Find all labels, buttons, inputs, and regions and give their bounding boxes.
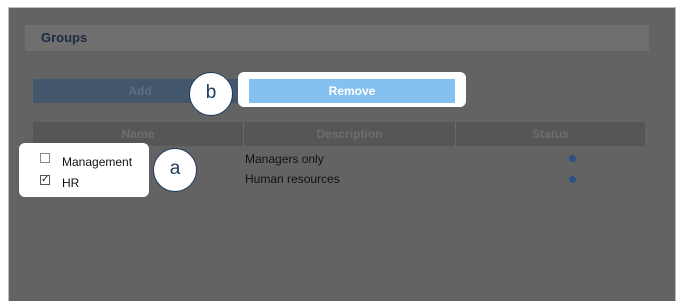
row-name-hr: HR [62,176,80,190]
selection-highlight [19,143,149,197]
panel-title: Groups [41,30,88,45]
column-header-description[interactable]: Description [243,122,455,146]
status-dot-hr [569,176,576,183]
checkbox-management[interactable] [40,153,50,163]
row-name-management: Management [62,155,133,169]
callout-b: b [189,72,233,116]
checkbox-hr[interactable]: ✓ [40,174,50,185]
groups-panel-header: Groups [25,25,649,51]
row-description-management: Managers only [245,152,324,166]
column-header-status[interactable]: Status [455,122,645,146]
callout-a: a [153,148,197,192]
row-description-hr: Human resources [245,172,340,186]
status-dot-management [569,155,576,162]
remove-button[interactable]: Remove [249,79,455,103]
check-mark-icon: ✓ [41,174,50,185]
